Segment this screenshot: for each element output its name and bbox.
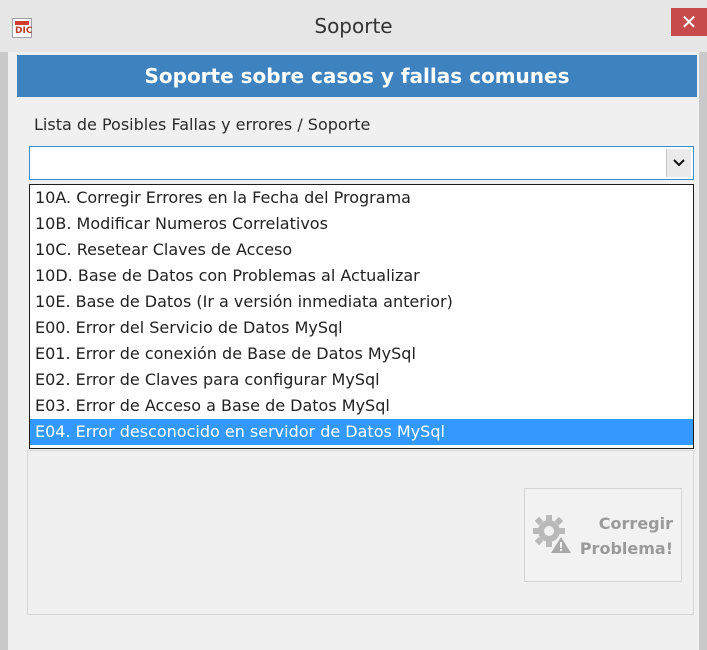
dropdown-option[interactable]: E01. Error de conexión de Base de Datos … xyxy=(30,341,693,367)
dropdown-option[interactable]: E03. Error de Acceso a Base de Datos MyS… xyxy=(30,393,693,419)
window-title: Soporte xyxy=(314,14,393,38)
dropdown-option[interactable]: E00. Error del Servicio de Datos MySql xyxy=(30,315,693,341)
gear-warning-icon xyxy=(533,515,571,553)
close-icon: ✕ xyxy=(680,10,698,34)
fix-label-line2: Problema! xyxy=(579,539,673,558)
section-header: Soporte sobre casos y fallas comunes xyxy=(17,55,697,97)
close-button[interactable]: ✕ xyxy=(671,8,707,36)
issues-combobox[interactable] xyxy=(29,146,694,180)
dropdown-option[interactable]: 10E. Base de Datos (Ir a versión inmedia… xyxy=(30,289,693,315)
fix-label-line1: Corregir xyxy=(598,514,673,533)
fix-problem-label: Corregir Problema! xyxy=(580,511,673,561)
dropdown-option[interactable]: 10B. Modificar Numeros Correlativos xyxy=(30,211,693,237)
dropdown-list: 10A. Corregir Errores en la Fecha del Pr… xyxy=(29,184,694,449)
dropdown-option[interactable]: 10D. Base de Datos con Problemas al Actu… xyxy=(30,263,693,289)
dropdown-option[interactable]: E02. Error de Claves para configurar MyS… xyxy=(30,367,693,393)
fix-problem-button[interactable]: Corregir Problema! xyxy=(524,488,682,582)
list-label: Lista de Posibles Fallas y errores / Sop… xyxy=(34,115,371,134)
dropdown-option[interactable]: 10A. Corregir Errores en la Fecha del Pr… xyxy=(30,185,693,211)
dropdown-option[interactable]: 10C. Resetear Claves de Acceso xyxy=(30,237,693,263)
dropdown-option-selected[interactable]: E04. Error desconocido en servidor de Da… xyxy=(30,419,693,445)
title-bar: DIC Soporte ✕ xyxy=(0,0,707,52)
chevron-down-icon[interactable] xyxy=(666,149,691,177)
